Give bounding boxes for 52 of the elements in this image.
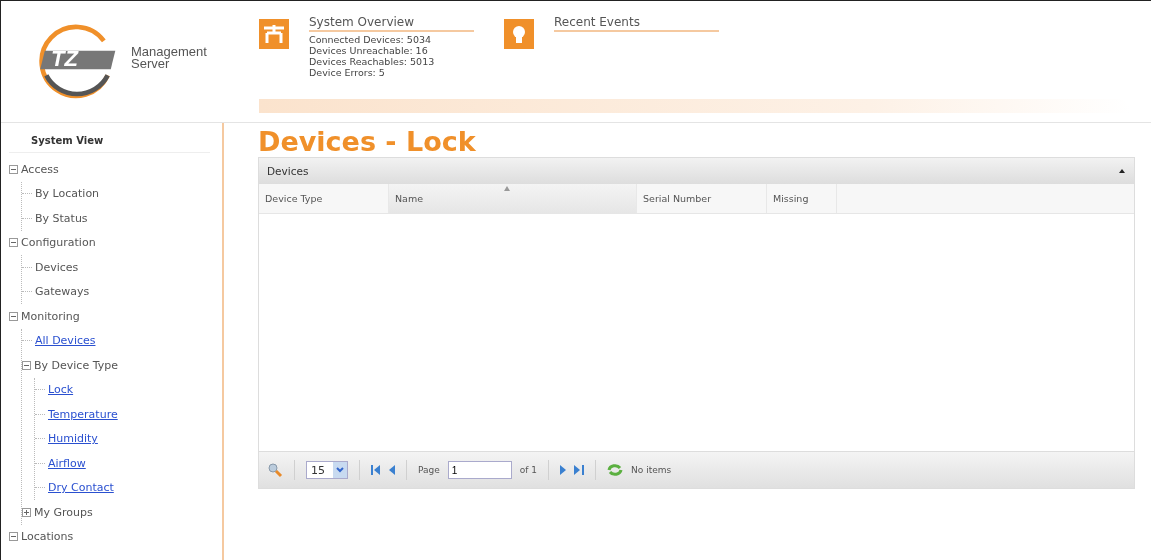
tree-item[interactable]: Access (21, 162, 59, 176)
last-page-icon[interactable] (574, 464, 585, 476)
tree-link[interactable]: Temperature (48, 407, 118, 421)
expand-icon[interactable] (22, 507, 31, 517)
stat-text: Devices Unreachable: 16 (309, 45, 429, 56)
status-text: No items (631, 465, 672, 475)
tree-link[interactable]: Humidity (48, 432, 98, 446)
dropdown-icon (333, 462, 347, 478)
refresh-icon[interactable] (607, 463, 624, 477)
column-header[interactable]: Name (389, 184, 637, 213)
light-bulb-icon[interactable] (504, 19, 534, 49)
tree-item[interactable]: Configuration (21, 236, 96, 250)
tree-item[interactable]: By Location (35, 187, 100, 201)
collapse-icon[interactable] (9, 311, 18, 321)
column-header[interactable]: Missing (767, 184, 837, 213)
panel-title: Devices (267, 165, 309, 177)
page-size-dropdown[interactable]: 15 (306, 461, 348, 479)
page-count: of 1 (519, 465, 538, 475)
collapse-icon[interactable] (9, 238, 18, 248)
tree-link[interactable]: Airflow (48, 456, 86, 470)
tree-link[interactable]: Lock (48, 383, 74, 397)
next-page-icon[interactable] (560, 464, 567, 476)
sidebar-title: System View (9, 131, 210, 153)
tree-item[interactable]: By Device Type (34, 358, 118, 372)
tree-item[interactable]: Monitoring (21, 309, 80, 323)
collapse-icon[interactable] (9, 532, 18, 542)
tree-item[interactable]: Devices (35, 260, 79, 274)
page-field[interactable]: 1 (447, 461, 512, 479)
collapse-icon[interactable] (9, 164, 18, 174)
stat-text: Device Errors: 5 (309, 67, 386, 78)
collapse-icon[interactable] (22, 360, 31, 370)
first-page-icon[interactable] (371, 464, 381, 476)
previous-page-icon[interactable] (389, 464, 395, 476)
page-title: Devices - Lock (258, 127, 477, 157)
tree-link[interactable]: Dry Contact (48, 481, 114, 495)
collapse-arrow-icon[interactable] (1118, 168, 1126, 174)
logo-mark: TZ (51, 46, 78, 72)
stat-text: Devices Reachables: 5013 (309, 56, 436, 67)
sort-arrow-icon (504, 186, 510, 191)
tree-item[interactable]: By Status (35, 211, 88, 225)
page-label: Page (418, 465, 440, 475)
tree-item[interactable]: My Groups (34, 505, 93, 519)
widget-title[interactable]: Recent Events (554, 15, 719, 32)
search-icon[interactable] (267, 462, 283, 478)
network-icon[interactable] (259, 19, 289, 49)
column-header[interactable]: Serial Number (637, 184, 767, 213)
logo-text: Management (131, 45, 207, 58)
widget-title[interactable]: System Overview (309, 15, 474, 32)
stat-text: Connected Devices: 5034 (309, 34, 432, 45)
tree-link[interactable]: All Devices (35, 334, 96, 348)
tree-item[interactable]: Locations (21, 530, 74, 544)
tree-item[interactable]: Gateways (35, 285, 90, 299)
